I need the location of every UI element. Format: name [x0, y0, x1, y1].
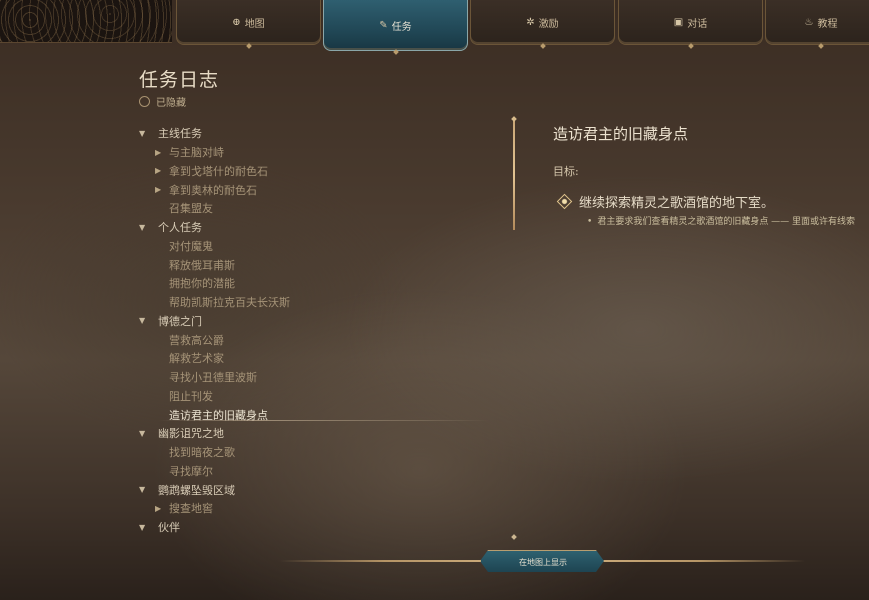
quest-item-label: 寻找小丑德里波斯 — [169, 371, 257, 385]
quest-tree: ▼ 主线任务 ▶ 与主脑对峙 ▶ 拿到戈塔什的耐色石 ▶ 拿到奥林的耐色石 召集盟友 ▼ 个人任务对… — [139, 124, 489, 537]
bullet-icon: • — [587, 217, 593, 227]
hidden-quests-toggle[interactable]: 已隐藏 — [139, 94, 186, 109]
scroll-indicator-icon — [511, 534, 517, 540]
quest-item[interactable]: 对付魔鬼 — [139, 237, 479, 256]
quest-item[interactable]: 召集盟友 — [139, 199, 479, 218]
quest-category-label: 个人任务 — [158, 221, 202, 235]
quest-category-label: 博德之门 — [158, 314, 202, 328]
quest-item[interactable]: 解救艺术家 — [139, 349, 479, 368]
chevron-down-icon[interactable]: ▼ — [139, 129, 158, 138]
journal-title: 任务日志 — [139, 69, 220, 91]
objective-diamond-icon — [556, 193, 573, 210]
chevron-down-icon[interactable]: ▼ — [139, 223, 158, 232]
tab-inspiration[interactable]: ✲ 激励 — [470, 0, 615, 45]
quest-item[interactable]: 释放俄耳甫斯 — [139, 255, 479, 274]
quest-category[interactable]: ▼ 鹦鹉螺坠毁区域 — [139, 480, 479, 499]
show-on-map-button[interactable]: 在地图上显示 — [480, 550, 604, 572]
panel-divider — [513, 120, 515, 230]
tab-bar: ⊕ 地图 ✎ 任务 ✲ 激励 ▣ 对话 ♨ 教程 — [172, 0, 869, 52]
quest-item-label: 拥抱你的潜能 — [169, 277, 235, 291]
quest-item[interactable]: ▶ 搜查地窖 — [139, 499, 479, 518]
quest-item[interactable]: 帮助凯斯拉克百夫长沃斯 — [139, 293, 479, 312]
quest-item[interactable]: 拥抱你的潜能 — [139, 274, 479, 293]
sparkle-icon: ✲ — [526, 16, 535, 28]
tab-quests[interactable]: ✎ 任务 — [323, 0, 468, 51]
chevron-right-icon[interactable]: ▶ — [155, 148, 169, 157]
quest-item[interactable]: ▶ 与主脑对峙 — [139, 143, 479, 162]
quest-item[interactable]: 寻找小丑德里波斯 — [139, 368, 479, 387]
quest-item-label: 营救高公爵 — [169, 333, 224, 347]
quest-item[interactable]: 营救高公爵 — [139, 330, 479, 349]
objective-entry: 继续探索精灵之歌酒馆的地下室。 — [556, 192, 775, 211]
quest-item-label: 与主脑对峙 — [169, 146, 224, 160]
objectives-label: 目标: — [553, 165, 579, 178]
quest-item-label: 帮助凯斯拉克百夫长沃斯 — [169, 296, 290, 310]
quest-item-label: 搜查地窖 — [169, 502, 213, 516]
quest-item-label: 找到暗夜之歌 — [169, 446, 235, 460]
sub-objective: • 君主要求我们查看精灵之歌酒馆的旧藏身点 —— 里面或许有线索 — [587, 214, 869, 227]
quest-category[interactable]: ▼ 个人任务 — [139, 218, 479, 237]
radio-circle-icon — [139, 96, 150, 107]
tab-label: 对话 — [687, 18, 708, 30]
tab-label: 激励 — [538, 18, 559, 30]
quest-item[interactable]: 阻止刊发 — [139, 387, 479, 406]
quest-detail-title: 造访君主的旧藏身点 — [553, 125, 689, 143]
quest-item[interactable]: 寻找摩尔 — [139, 462, 479, 481]
chevron-down-icon[interactable]: ▼ — [139, 523, 158, 532]
quest-item[interactable]: 造访君主的旧藏身点 — [139, 405, 489, 424]
tab-label: 地图 — [244, 18, 265, 30]
quest-item-label: 释放俄耳甫斯 — [169, 258, 235, 272]
hidden-toggle-label: 已隐藏 — [156, 98, 186, 109]
globe-icon: ⊕ — [232, 16, 241, 28]
chevron-right-icon[interactable]: ▶ — [155, 185, 169, 194]
tab-map[interactable]: ⊕ 地图 — [176, 0, 321, 45]
quest-item-label: 寻找摩尔 — [169, 464, 213, 478]
quest-item-label: 拿到戈塔什的耐色石 — [169, 164, 268, 178]
tab-tutorial[interactable]: ♨ 教程 — [765, 0, 869, 45]
quest-item-label: 阻止刊发 — [169, 389, 213, 403]
quill-icon: ✎ — [379, 19, 388, 31]
tab-label: 教程 — [817, 18, 838, 30]
quest-item[interactable]: 找到暗夜之歌 — [139, 443, 479, 462]
quest-item-label: 对付魔鬼 — [169, 239, 213, 253]
tab-label: 任务 — [391, 21, 412, 33]
quest-category[interactable]: ▼ 博德之门 — [139, 312, 479, 331]
quest-item-label: 造访君主的旧藏身点 — [169, 408, 268, 422]
tab-dialogue[interactable]: ▣ 对话 — [618, 0, 763, 45]
quest-category-label: 幽影诅咒之地 — [158, 427, 224, 441]
quest-category-label: 伙伴 — [158, 521, 180, 535]
quest-category-label: 鹦鹉螺坠毁区域 — [158, 483, 235, 497]
quest-category[interactable]: ▼ 伙伴 — [139, 518, 479, 537]
chevron-down-icon[interactable]: ▼ — [139, 316, 158, 325]
quest-item[interactable]: ▶ 拿到奥林的耐色石 — [139, 180, 479, 199]
quest-item-label: 召集盟友 — [169, 202, 213, 216]
quest-item[interactable]: ▶ 拿到戈塔什的耐色石 — [139, 162, 479, 181]
quest-item-label: 拿到奥林的耐色石 — [169, 183, 257, 197]
objective-text: 继续探索精灵之歌酒馆的地下室。 — [579, 196, 775, 211]
quest-item-label: 解救艺术家 — [169, 352, 224, 366]
sub-objective-text: 君主要求我们查看精灵之歌酒馆的旧藏身点 —— 里面或许有线索 — [597, 217, 856, 227]
quest-category[interactable]: ▼ 幽影诅咒之地 — [139, 424, 479, 443]
quest-category-label: 主线任务 — [158, 127, 202, 141]
chevron-right-icon[interactable]: ▶ — [155, 166, 169, 175]
book-icon: ▣ — [673, 16, 684, 28]
corner-ornament — [0, 0, 172, 43]
flame-icon: ♨ — [804, 16, 814, 28]
quest-category[interactable]: ▼ 主线任务 — [139, 124, 479, 143]
chevron-down-icon[interactable]: ▼ — [139, 485, 158, 494]
chevron-right-icon[interactable]: ▶ — [155, 504, 169, 513]
chevron-down-icon[interactable]: ▼ — [139, 429, 158, 438]
